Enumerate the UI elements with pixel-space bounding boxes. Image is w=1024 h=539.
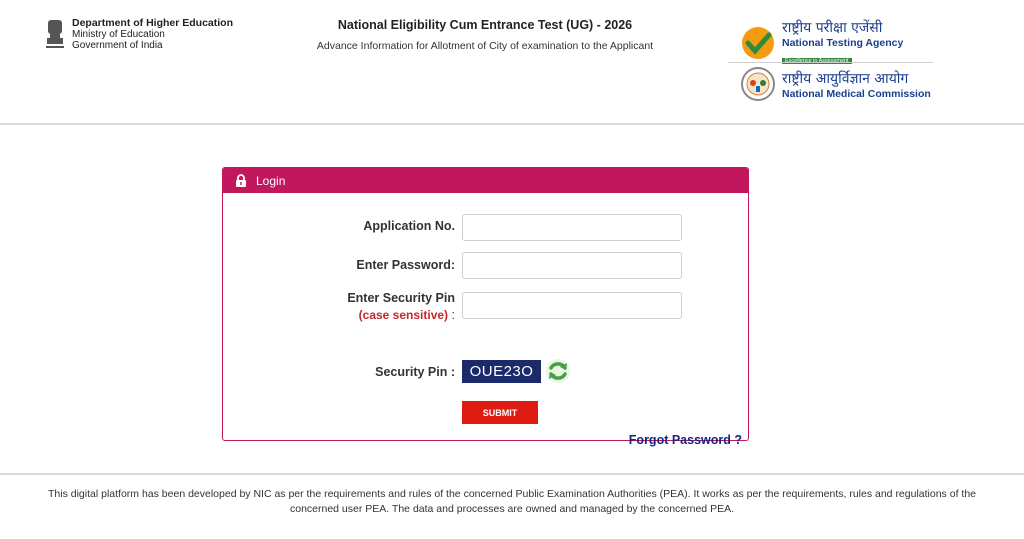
page-header: Department of Higher Education Ministry … <box>0 0 1024 125</box>
captcha-image: OUE23O <box>462 360 541 383</box>
application-input[interactable] <box>462 214 682 241</box>
password-label: Enter Password: <box>356 258 455 272</box>
nta-tagline: Excellence in Assessment <box>782 58 852 64</box>
lock-icon <box>236 174 246 187</box>
security-label: Enter Security Pin <box>347 291 455 305</box>
nmc-logo <box>741 67 775 101</box>
ministry-name: Ministry of Education <box>72 29 165 40</box>
login-panel: Login Application No. Enter Password: En… <box>222 167 749 447</box>
agency-divider <box>728 62 933 63</box>
security-pin-label: Security Pin : <box>375 365 455 379</box>
nmc-english-name: National Medical Commission <box>782 87 931 100</box>
password-input[interactable] <box>462 252 682 279</box>
refresh-icon[interactable] <box>545 358 571 384</box>
security-label-block: Enter Security Pin (case sensitive) : <box>347 290 455 324</box>
nta-english-name: National Testing Agency <box>782 37 904 49</box>
nmc-logo-block: राष्ट्रीय आयुर्विज्ञान आयोग National Med… <box>740 66 931 102</box>
login-form: Application No. Enter Password: Enter Se… <box>223 193 748 447</box>
nmc-hindi-name: राष्ट्रीय आयुर्विज्ञान आयोग <box>782 70 909 87</box>
nta-check-logo <box>742 26 774 59</box>
ministry-logo-block: Department of Higher Education Ministry … <box>44 18 233 54</box>
page-subtitle: Advance Information for Allotment of Cit… <box>316 40 654 52</box>
application-label: Application No. <box>363 219 455 233</box>
forgot-password-link[interactable]: Forgot Password ? <box>629 433 742 447</box>
case-sensitive-note: (case sensitive) <box>358 308 449 322</box>
nta-hindi-name: राष्ट्रीय परीक्षा एजेंसी <box>782 20 883 36</box>
ministry-dept: Department of Higher Education <box>72 17 234 29</box>
ministry-gov: Government of India <box>72 40 163 51</box>
india-emblem-icon <box>46 20 64 48</box>
submit-button[interactable]: SUBMIT <box>462 401 538 424</box>
security-label-colon: : <box>448 308 455 322</box>
security-pin-input[interactable] <box>462 292 682 319</box>
login-panel-header: Login <box>223 168 748 193</box>
page-footer: This digital platform has been developed… <box>0 473 1024 539</box>
footer-text: This digital platform has been developed… <box>48 488 976 515</box>
login-heading: Login <box>256 173 286 188</box>
page-title: National Eligibility Cum Entrance Test (… <box>337 18 633 32</box>
nta-logo-block: राष्ट्रीय परीक्षा एजेंसी National Testin… <box>740 18 903 67</box>
